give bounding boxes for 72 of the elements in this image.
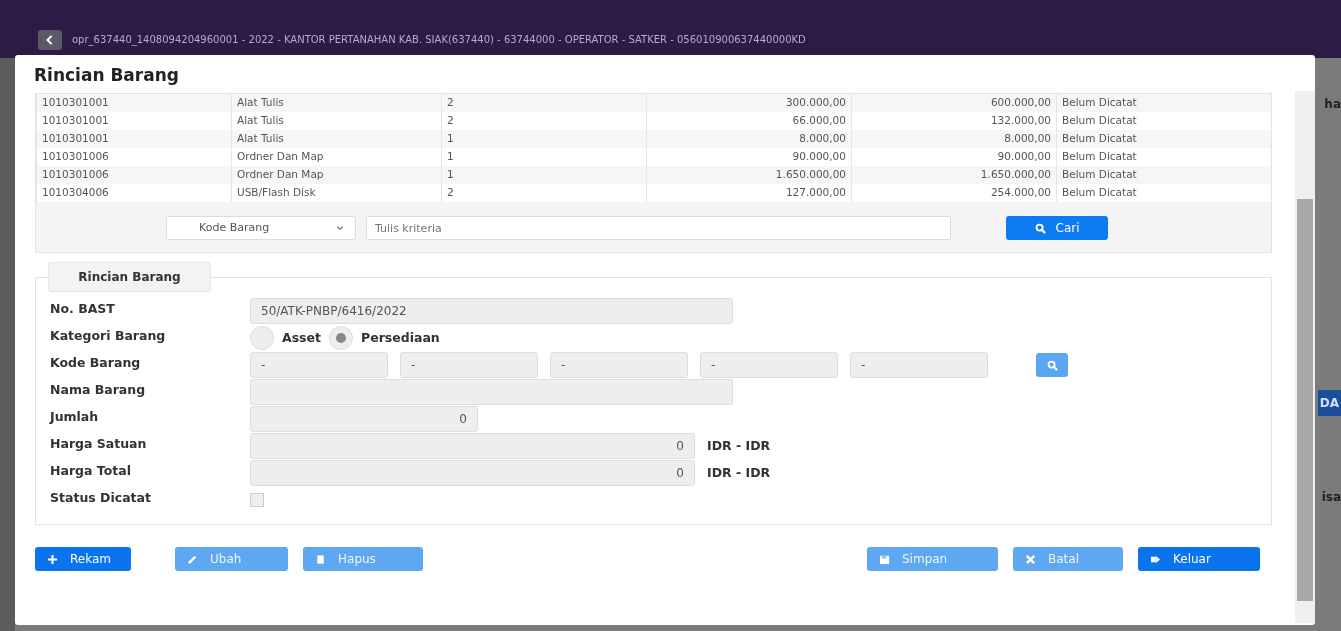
filter-dropdown[interactable]: Kode Barang [166,216,356,240]
radio-label: Asset [282,328,321,347]
background-text: DA [1317,390,1341,416]
table-cell: Belum Dicatat [1056,130,1271,148]
table-cell: Belum Dicatat [1056,94,1271,112]
table-cell: Belum Dicatat [1056,184,1271,202]
close-icon [1025,553,1036,565]
plus-icon [47,553,58,565]
field-label: Harga Total [50,462,132,480]
scroll-thumb[interactable] [1297,199,1313,601]
background-text: ha [1324,96,1341,113]
search-button[interactable]: Cari [1006,216,1108,240]
search-icon [1046,359,1058,371]
field-label: Kode Barang [50,354,142,372]
table-cell: 254.000,00 [851,184,1057,202]
table-cell: 1010301001 [36,130,232,148]
table-cell: Ordner Dan Map [231,166,442,184]
chevron-down-icon [335,224,345,232]
table-cell: 8.000,00 [646,130,852,148]
action-button[interactable]: Keluar [1138,547,1260,571]
table-cell: Belum Dicatat [1056,166,1271,184]
input-field[interactable]: - [400,352,538,378]
input-field[interactable]: 0 [250,433,695,459]
table-cell: Alat Tulis [231,130,442,148]
search-field[interactable]: Tulis kriteria [366,216,951,240]
dialog-title: Rincian Barang [33,64,180,87]
input-field[interactable]: - [550,352,688,378]
table-cell: 1 [441,166,647,184]
input-field[interactable]: - [700,352,838,378]
radio-button[interactable] [250,326,274,350]
table-cell: Alat Tulis [231,94,442,112]
input-field[interactable]: 0 [250,406,478,432]
field-label: Status Dicatat [50,489,152,507]
radio-label: Persediaan [361,328,440,347]
app-title: opr_637440_1408094204960001 - 2022 - KANTOR PERTANAHAN KAB. SIAK(637440) - 63744000 - OPERATOR - SATKER - 056010900637440000KD [72,33,806,48]
currency-label: IDR - IDR [707,463,771,482]
search-button[interactable] [1036,353,1068,377]
input-field[interactable]: - [850,352,988,378]
table-cell: 8.000,00 [851,130,1057,148]
search-icon [1034,222,1046,234]
table-cell: 1010301001 [36,94,232,112]
input-field[interactable] [250,379,733,405]
checkbox[interactable] [250,493,264,507]
radio-button[interactable] [329,326,353,350]
pencil-icon [187,553,198,565]
input-field[interactable]: 0 [250,460,695,486]
trash-icon [315,553,326,565]
table-cell: 1.650.000,00 [851,166,1057,184]
table-cell: 2 [441,94,647,112]
field-label: Harga Satuan [50,435,148,453]
table-cell: 600.000,00 [851,94,1057,112]
table-cell: 1.650.000,00 [646,166,852,184]
field-label: Jumlah [50,408,100,426]
table-cell: 300.000,00 [646,94,852,112]
chevron-left-icon [45,35,55,45]
field-label: Kategori Barang [50,327,167,345]
table-cell: 127.000,00 [646,184,852,202]
scrollbar[interactable] [1295,91,1315,623]
background-text: isa [1321,489,1341,506]
input-field[interactable]: - [250,352,388,378]
field-label: No. BAST [50,300,116,318]
back-button[interactable] [38,30,62,50]
field-label: Nama Barang [50,381,147,399]
floppy-icon [879,553,890,565]
table-cell: 1010301006 [36,166,232,184]
table-cell: 2 [441,184,647,202]
table-cell: 1010304006 [36,184,232,202]
action-button[interactable]: Rekam [35,547,131,571]
input-field[interactable]: 50/ATK-PNBP/6416/2022 [250,298,733,324]
currency-label: IDR - IDR [707,436,771,455]
table-cell: USB/Flash Disk [231,184,442,202]
table-cell: 1 [441,130,647,148]
